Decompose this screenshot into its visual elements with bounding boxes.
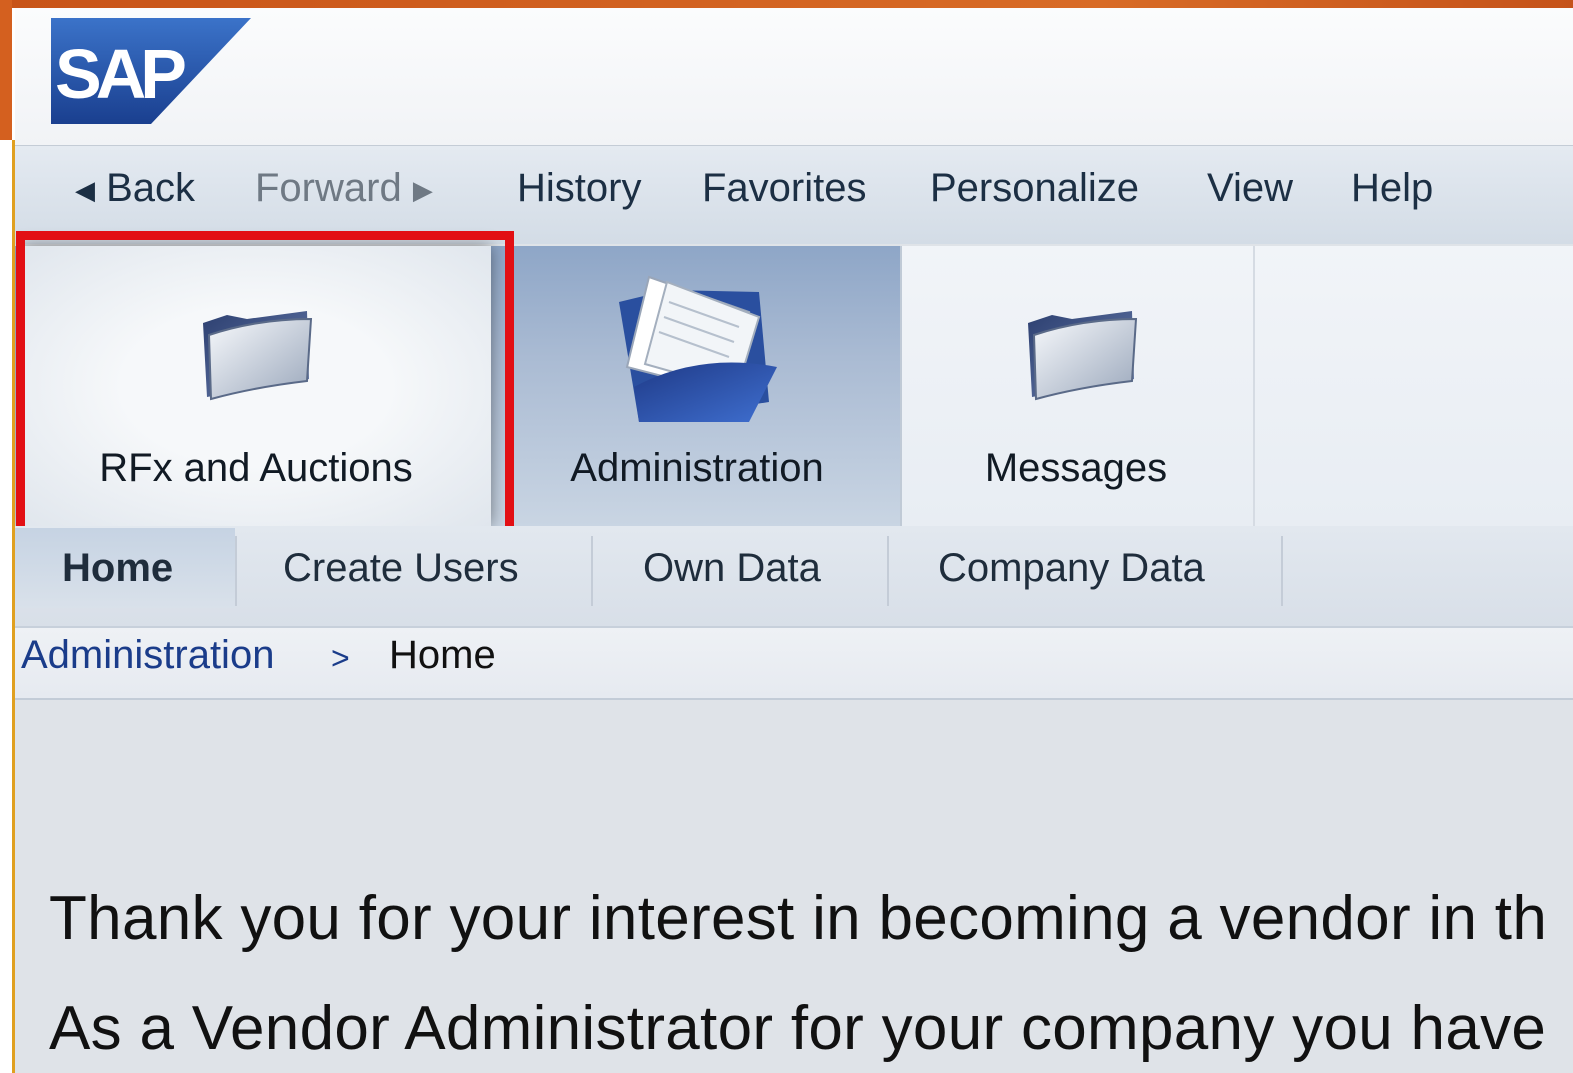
portal-header: SAP bbox=[15, 8, 1573, 146]
subnav-create-users[interactable]: Create Users bbox=[283, 546, 519, 591]
forward-button[interactable]: Forward ▶ bbox=[255, 166, 433, 211]
window-frame-left bbox=[0, 0, 12, 140]
menu-personalize[interactable]: Personalize bbox=[930, 166, 1139, 211]
welcome-text-line-1: Thank you for your interest in becoming … bbox=[49, 884, 1548, 953]
welcome-text-line-2: As a Vendor Administrator for your compa… bbox=[49, 994, 1547, 1063]
back-button[interactable]: ◀ Back bbox=[75, 166, 195, 211]
nav-tile-label: Messages bbox=[984, 446, 1168, 490]
subnav-divider bbox=[887, 536, 889, 606]
nav-tile-administration[interactable]: Administration bbox=[497, 246, 897, 526]
documents-folder-icon bbox=[619, 275, 777, 422]
portal-page: SAP ◀ Back Forward ▶ History Favorites P… bbox=[15, 8, 1573, 1073]
breadcrumb-separator: > bbox=[331, 640, 350, 676]
subnav-company-data[interactable]: Company Data bbox=[938, 546, 1205, 591]
forward-arrow-icon: ▶ bbox=[412, 174, 433, 205]
menu-view[interactable]: View bbox=[1207, 166, 1293, 211]
nav-divider bbox=[1253, 246, 1255, 526]
subnav-own-data[interactable]: Own Data bbox=[643, 546, 821, 591]
subnav-divider bbox=[235, 536, 237, 606]
nav-tile-label: Administration bbox=[570, 446, 824, 490]
sap-logo: SAP bbox=[51, 18, 251, 124]
breadcrumb-current: Home bbox=[389, 633, 496, 677]
subnav-divider bbox=[591, 536, 593, 606]
breadcrumb-link-administration[interactable]: Administration bbox=[21, 633, 274, 678]
window-frame-top bbox=[0, 0, 1573, 8]
sap-logo-text: SAP bbox=[55, 35, 185, 113]
menu-history[interactable]: History bbox=[517, 166, 641, 211]
subnav-divider bbox=[1281, 536, 1283, 606]
nav-tile-messages[interactable]: Messages bbox=[900, 246, 1252, 526]
menu-favorites[interactable]: Favorites bbox=[702, 166, 867, 211]
menu-help[interactable]: Help bbox=[1351, 166, 1433, 211]
highlight-box bbox=[16, 231, 514, 539]
folder-icon bbox=[1028, 311, 1138, 401]
subnav-home[interactable]: Home bbox=[62, 546, 173, 591]
back-arrow-icon: ◀ bbox=[75, 174, 95, 205]
